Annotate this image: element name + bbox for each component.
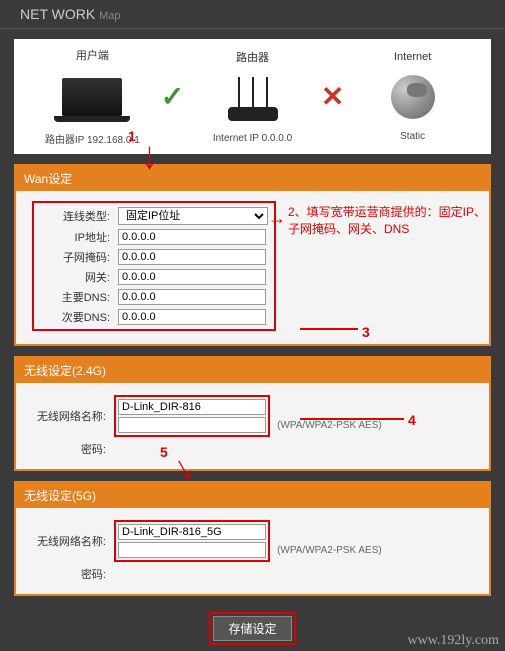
header-sub: Map xyxy=(99,10,120,22)
wan-section: Wan设定 连线类型: 固定IP位址 IP地址: 子网掩码: 网关: xyxy=(14,164,491,346)
wifi24-title: 无线设定(2.4G) xyxy=(16,358,489,383)
mask-label: 子网掩码: xyxy=(36,247,114,267)
map-client-label: 用户端 xyxy=(24,47,161,63)
wifi5-ssid-label: 无线网络名称: xyxy=(32,518,110,564)
wifi24-password-input[interactable] xyxy=(118,417,266,433)
arrow-3-icon xyxy=(300,328,358,330)
gw-label: 网关: xyxy=(36,267,114,287)
wifi5-ssid-input[interactable] xyxy=(118,524,266,540)
wan-title: Wan设定 xyxy=(16,166,489,191)
wifi5-hint: (WPA/WPA2-PSK AES) xyxy=(277,545,382,556)
wifi24-form: 无线网络名称: (WPA/WPA2-PSK AES) 密码: xyxy=(32,393,386,459)
laptop-icon xyxy=(62,78,122,116)
wifi24-ssid-input[interactable] xyxy=(118,399,266,415)
connection-type-select[interactable]: 固定IP位址 xyxy=(118,207,268,225)
wifi5-highlight xyxy=(114,520,270,562)
map-internet-label: Internet xyxy=(344,51,481,63)
wifi5-pwd-label: 密码: xyxy=(32,564,110,584)
dns2-input[interactable] xyxy=(118,309,266,325)
map-internet-status: Static xyxy=(344,131,481,142)
wan-form: 连线类型: 固定IP位址 IP地址: 子网掩码: 网关: 主要DNS: xyxy=(36,205,272,327)
dns2-label: 次要DNS: xyxy=(36,307,114,327)
ip-label: IP地址: xyxy=(36,227,114,247)
dns1-label: 主要DNS: xyxy=(36,287,114,307)
wifi24-ssid-label: 无线网络名称: xyxy=(32,393,110,439)
wifi24-highlight xyxy=(114,395,270,437)
ip-input[interactable] xyxy=(118,229,266,245)
wifi24-section: 无线设定(2.4G) 无线网络名称: (WPA/WPA2-PSK AES) 密码… xyxy=(14,356,491,471)
wifi5-section: 无线设定(5G) 无线网络名称: (WPA/WPA2-PSK AES) 密码: xyxy=(14,481,491,596)
arrow-2-icon: → xyxy=(268,208,286,229)
save-button[interactable]: 存储设定 xyxy=(213,616,291,641)
watermark-text: www.192ly.com xyxy=(407,633,499,649)
mask-input[interactable] xyxy=(118,249,266,265)
wifi5-password-input[interactable] xyxy=(118,542,266,558)
page-header: NET WORK Map xyxy=(0,0,505,29)
header-title: NET WORK xyxy=(20,6,95,22)
wifi5-form: 无线网络名称: (WPA/WPA2-PSK AES) 密码: xyxy=(32,518,386,584)
map-internet: Internet Static xyxy=(344,51,481,142)
map-router: 路由器 Internet IP 0.0.0.0 xyxy=(184,49,321,144)
check-icon: ✓ xyxy=(161,80,184,113)
map-router-ip: Internet IP 0.0.0.0 xyxy=(184,133,321,144)
gateway-input[interactable] xyxy=(118,269,266,285)
map-router-label: 路由器 xyxy=(184,49,321,65)
wifi24-hint: (WPA/WPA2-PSK AES) xyxy=(277,420,382,431)
globe-icon xyxy=(391,75,435,119)
arrow-4-icon xyxy=(300,418,404,420)
cross-icon: ✕ xyxy=(321,80,344,113)
type-label: 连线类型: xyxy=(36,205,114,227)
wifi5-title: 无线设定(5G) xyxy=(16,483,489,508)
dns1-input[interactable] xyxy=(118,289,266,305)
router-icon xyxy=(228,107,278,121)
map-client: 用户端 路由器IP 192.168.0.1 xyxy=(24,47,161,146)
wifi24-pwd-label: 密码: xyxy=(32,439,110,459)
wan-form-highlight: 连线类型: 固定IP位址 IP地址: 子网掩码: 网关: 主要DNS: xyxy=(32,201,276,331)
network-map-panel: 用户端 路由器IP 192.168.0.1 ✓ 路由器 Internet IP … xyxy=(14,39,491,154)
map-client-ip: 路由器IP 192.168.0.1 xyxy=(24,131,161,146)
save-highlight: 存储设定 xyxy=(209,612,295,645)
